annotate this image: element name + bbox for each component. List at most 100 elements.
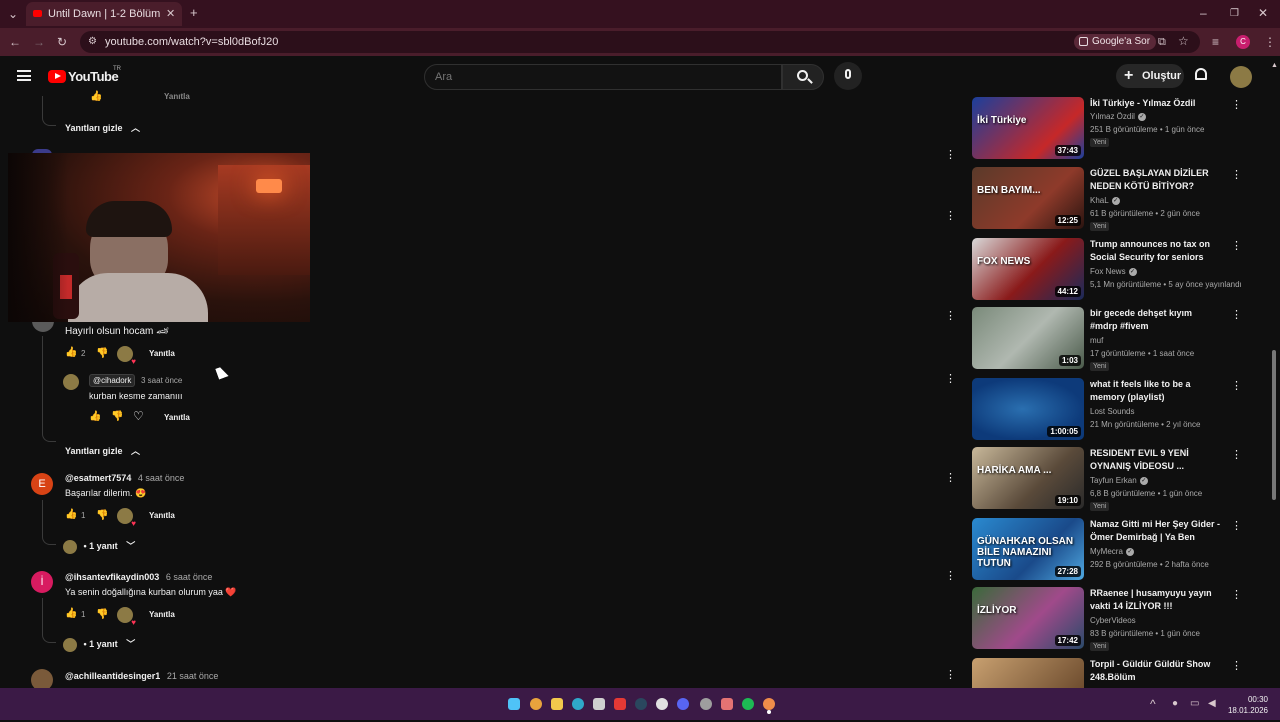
comment-author[interactable]: @esatmert7574 4 saat önce (65, 473, 184, 483)
comment-menu-icon[interactable]: ⋮ (945, 471, 956, 485)
close-tab-icon[interactable]: ✕ (166, 8, 175, 20)
video-thumbnail[interactable]: GÜNAHKAR OLSAN BİLE NAMAZINI TUTUN 27:28 (972, 518, 1084, 580)
google-ask-button[interactable]: Google'a Sor (1074, 34, 1157, 50)
hide-replies-button[interactable]: Yanıtları gizle ︿ (65, 121, 140, 134)
photo-app-icon[interactable] (721, 698, 733, 710)
recommended-video-card[interactable]: İZLİYOR 17:42 RRaenee | husamyuyu yayın va… (972, 587, 1242, 651)
video-menu-icon[interactable]: ⋮ (1231, 448, 1242, 462)
dislike-icon[interactable]: 👎 (96, 610, 108, 620)
voice-search-button[interactable] (834, 62, 862, 90)
video-thumbnail[interactable]: 1:00:05 (972, 378, 1084, 440)
chrome-active-icon[interactable] (763, 698, 775, 710)
recommended-video-card[interactable]: GÜNAHKAR OLSAN BİLE NAMAZINI TUTUN 27:28 N… (972, 518, 1242, 582)
comment-avatar[interactable]: E (31, 473, 53, 495)
channel-name[interactable]: Lost Sounds (1090, 407, 1134, 416)
video-title[interactable]: what it feels like to be a memory (playl… (1090, 378, 1222, 404)
comment-menu-icon[interactable]: ⋮ (945, 148, 956, 162)
like-icon[interactable]: 👍 (65, 609, 77, 619)
edge-icon[interactable] (572, 698, 584, 710)
back-icon[interactable]: ← (9, 36, 21, 48)
install-app-icon[interactable]: ⧉ (1158, 36, 1166, 48)
windows-start-icon[interactable] (508, 698, 520, 710)
like-icon[interactable]: 👍 (90, 92, 102, 102)
settings-gear-icon[interactable] (700, 698, 712, 710)
video-title[interactable]: bir gecede dehşet kıyım #mdrp #fivem (1090, 307, 1222, 333)
reply-button[interactable]: Yanıtla (149, 349, 175, 358)
like-icon[interactable]: 👍 (89, 412, 101, 422)
browser-menu-icon[interactable]: ⋮ (1264, 36, 1276, 48)
channel-name[interactable]: KhaL ✓ (1090, 196, 1120, 205)
hamburger-menu-icon[interactable] (17, 70, 31, 81)
comment-avatar[interactable]: İ (31, 571, 53, 593)
video-thumbnail[interactable]: 1:03 (972, 307, 1084, 369)
video-title[interactable]: GÜZEL BAŞLAYAN DİZİLER NEDEN KÖTÜ BİTİYO… (1090, 167, 1222, 193)
channel-name[interactable]: Fox News ✓ (1090, 267, 1137, 276)
search-button[interactable] (782, 64, 824, 90)
video-title[interactable]: RESIDENT EVIL 9 YENİ OYNANIŞ VİDEOSU ... (1090, 447, 1222, 473)
video-thumbnail[interactable]: HARİKA AMA ... 19:10 (972, 447, 1084, 509)
reply-button[interactable]: Yanıtla (149, 610, 175, 619)
channel-name[interactable]: muf (1090, 336, 1103, 345)
scroll-up-arrow-icon[interactable]: ▲ (1271, 60, 1278, 72)
comment-menu-icon[interactable]: ⋮ (945, 569, 956, 583)
video-title[interactable]: RRaenee | husamyuyu yayın vakti 14 İZLİY… (1090, 587, 1222, 613)
dislike-icon[interactable]: 👎 (96, 349, 108, 359)
dislike-icon[interactable]: 👎 (111, 412, 123, 422)
minimize-icon[interactable]: – (1200, 7, 1207, 19)
recommended-video-card[interactable]: 1:03 bir gecede dehşet kıyım #mdrp #fivem… (972, 307, 1242, 371)
discord-icon[interactable] (677, 698, 689, 710)
reply-button[interactable]: Yanıtla (164, 92, 190, 101)
video-menu-icon[interactable]: ⋮ (1231, 659, 1242, 673)
reload-icon[interactable]: ↻ (57, 36, 67, 48)
like-icon[interactable]: 👍 (65, 348, 77, 358)
microphone-tray-icon[interactable]: ● (1172, 698, 1178, 710)
user-avatar[interactable] (1230, 66, 1252, 88)
comment-menu-icon[interactable]: ⋮ (945, 309, 956, 323)
video-thumbnail[interactable]: İki Türkiye 37:43 (972, 97, 1084, 159)
video-title[interactable]: Namaz Gitti mi Her Şey Gider - Ömer Demi… (1090, 518, 1222, 544)
video-menu-icon[interactable]: ⋮ (1231, 98, 1242, 112)
video-title[interactable]: Trump announces no tax on Social Securit… (1090, 238, 1222, 264)
browser-tab[interactable]: Until Dawn | 1-2 Bölüm - YouTube ✕ (26, 2, 182, 26)
obs-icon[interactable] (656, 698, 668, 710)
channel-name[interactable]: CyberVideos (1090, 616, 1136, 625)
file-explorer-icon[interactable] (551, 698, 563, 710)
volume-icon[interactable]: ◀ (1208, 698, 1216, 710)
video-menu-icon[interactable]: ⋮ (1231, 588, 1242, 602)
close-window-icon[interactable]: ✕ (1258, 7, 1268, 19)
channel-name[interactable]: Tayfun Erkan ✓ (1090, 476, 1148, 485)
hide-replies-button[interactable]: Yanıtları gizle ︿ (65, 444, 140, 457)
recommended-video-card[interactable]: 1:00:05 what it feels like to be a memory… (972, 378, 1242, 442)
tray-chevron-icon[interactable]: ^ (1150, 698, 1156, 710)
reply-button[interactable]: Yanıtla (164, 413, 190, 422)
replies-toggle[interactable]: • 1 yanıt ﹀ (63, 539, 135, 554)
steam-icon[interactable] (635, 698, 647, 710)
bookmark-star-icon[interactable]: ☆ (1178, 35, 1189, 47)
forward-icon[interactable]: → (33, 36, 45, 48)
network-icon[interactable]: ▭ (1190, 698, 1199, 710)
comment-author[interactable]: @achilleantidesinger1 21 saat önce (65, 671, 218, 681)
comment-menu-icon[interactable]: ⋮ (945, 372, 956, 386)
video-thumbnail[interactable]: İZLİYOR 17:42 (972, 587, 1084, 649)
calculator-icon[interactable] (593, 698, 605, 710)
recommended-video-card[interactable]: FOX NEWS 44:12 Trump announces no tax on S… (972, 238, 1242, 302)
profile-avatar[interactable]: C (1236, 35, 1250, 49)
video-menu-icon[interactable]: ⋮ (1231, 168, 1242, 182)
recommended-video-card[interactable]: İki Türkiye 37:43 İki Türkiye - Yılmaz Özd… (972, 97, 1242, 161)
recommended-video-card[interactable]: BEN BAYIM... 12:25 GÜZEL BAŞLAYAN DİZİLER … (972, 167, 1242, 231)
video-thumbnail[interactable]: BEN BAYIM... 12:25 (972, 167, 1084, 229)
comment-author[interactable]: @ihsantevfikaydin003 6 saat önce (65, 572, 212, 582)
notifications-bell-icon[interactable] (1195, 68, 1207, 80)
page-scrollbar[interactable] (1272, 350, 1276, 500)
dislike-icon[interactable]: 👎 (96, 511, 108, 521)
reading-list-icon[interactable]: ≡ (1212, 36, 1219, 48)
video-title[interactable]: Torpil - Güldür Güldür Show 248.Bölüm (1090, 658, 1222, 684)
video-thumbnail[interactable]: FOX NEWS 44:12 (972, 238, 1084, 300)
channel-name[interactable]: Yılmaz Özdil ✓ (1090, 112, 1146, 121)
mention-chip[interactable]: @cihadork (89, 374, 136, 387)
new-tab-icon[interactable]: + (190, 6, 198, 19)
channel-name[interactable]: MyMecra ✓ (1090, 547, 1134, 556)
comment-menu-icon[interactable]: ⋮ (945, 668, 956, 682)
spotify-icon[interactable] (742, 698, 754, 710)
tab-list-icon[interactable]: ⌄ (8, 8, 18, 20)
